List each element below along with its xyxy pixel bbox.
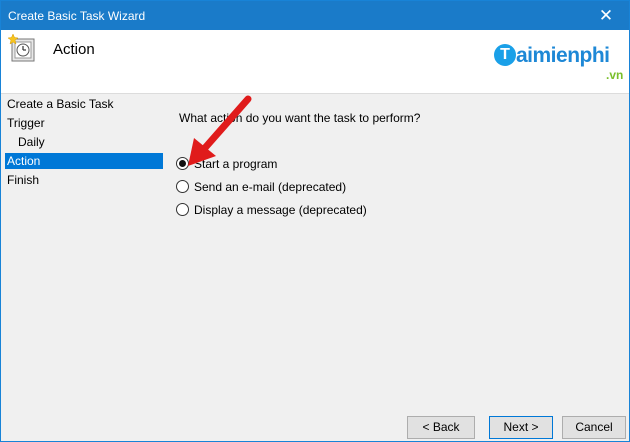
radio-send-email[interactable] [176,180,189,193]
watermark-tld: .vn [606,68,624,82]
step-trigger: Trigger [7,116,45,130]
step-create-basic-task: Create a Basic Task [7,97,114,111]
option-label: Display a message (deprecated) [194,203,367,217]
step-finish: Finish [7,173,40,187]
option-label: Send an e-mail (deprecated) [194,180,347,194]
step-action: Action [5,153,164,169]
red-arrow-annotation-icon [188,95,252,166]
title-bar[interactable]: Create Basic Task Wizard ✕ [1,1,629,30]
wizard-steps-sidebar: Create a Basic Task Trigger Daily Action… [1,94,164,441]
step-daily: Daily [18,135,45,149]
window-title: Create Basic Task Wizard [8,9,146,23]
task-scheduler-clock-icon [7,33,35,62]
option-display-message[interactable]: Display a message (deprecated) [176,201,367,219]
watermark-logo-letter: T [494,44,516,66]
close-icon[interactable]: ✕ [583,1,629,30]
page-title: Action [53,41,95,58]
watermark-logo: T aimienphi .vn [494,44,624,84]
wizard-window: Create Basic Task Wizard ✕ Action T aimi… [0,0,630,442]
option-send-email[interactable]: Send an e-mail (deprecated) [176,178,346,196]
back-button[interactable]: < Back [407,416,475,439]
radio-display-message[interactable] [176,203,189,216]
cancel-button[interactable]: Cancel [562,416,626,439]
watermark-name: aimienphi [516,44,610,67]
next-button[interactable]: Next > [489,416,553,439]
